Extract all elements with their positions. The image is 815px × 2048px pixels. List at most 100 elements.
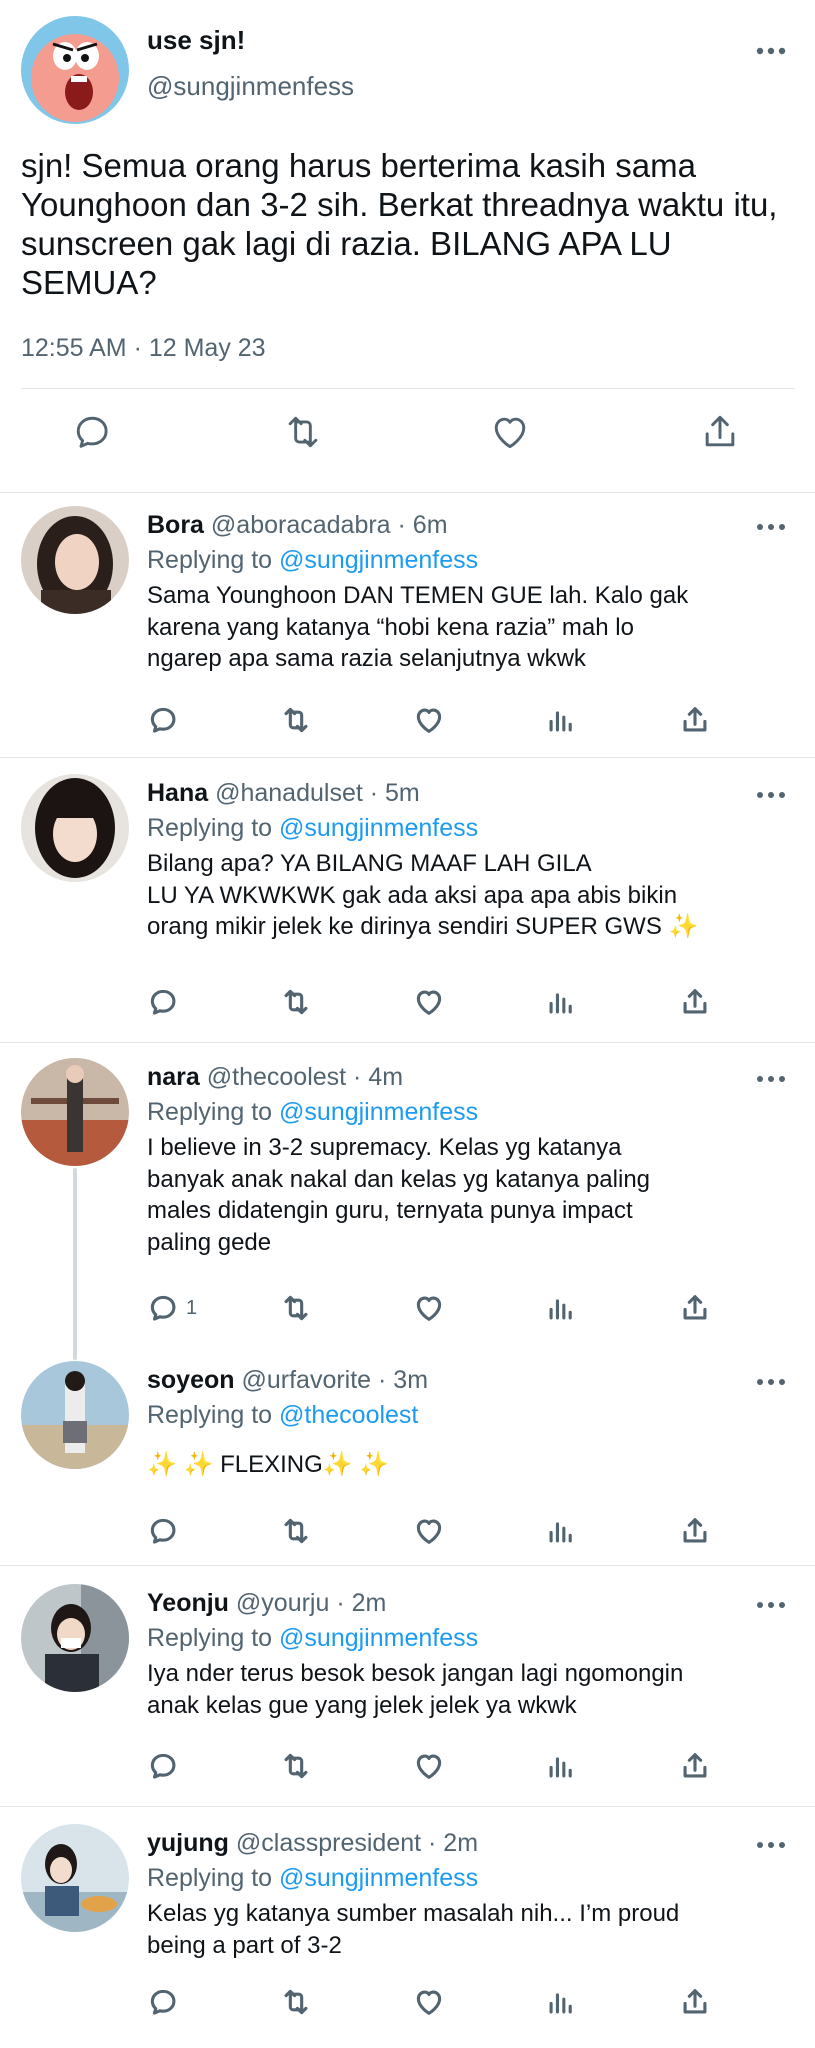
retweet-icon[interactable] [278,1984,314,2020]
reply-actions [140,1984,740,2024]
more-options-icon[interactable] [756,522,786,532]
reply-actions [140,1513,740,1553]
reply-actions [140,1748,740,1788]
replying-label: Replying to [147,814,273,842]
sparkle-emoji: ✨ ✨ [147,1451,214,1478]
author-handle[interactable]: @sungjinmenfess [147,70,354,102]
author-name[interactable]: nara [147,1063,200,1091]
reply-tweet[interactable]: nara @thecoolest · 4m Replying to @sungj… [0,1046,815,1342]
reply-text: Iya nder terus besok besok jangan lagi n… [147,1660,684,1719]
analytics-icon[interactable] [544,984,578,1020]
tweet-timestamp[interactable]: 12:55 AM · 12 May 23 [21,332,266,364]
share-icon[interactable] [698,410,748,460]
replying-to-link[interactable]: @sungjinmenfess [279,546,478,574]
replying-to-link[interactable]: @sungjinmenfess [279,814,478,842]
retweet-icon[interactable] [278,1290,314,1326]
analytics-icon[interactable] [544,702,578,738]
avatar[interactable] [21,1584,129,1692]
divider [0,492,815,493]
avatar[interactable] [21,774,129,882]
author-name[interactable]: yujung [147,1829,229,1857]
retweet-icon[interactable] [278,1513,314,1549]
author-handle-time[interactable]: @hanadulset · 5m [215,779,420,807]
reply-tweet[interactable]: yujung @classpresident · 2m Replying to … [0,1812,815,2048]
share-icon[interactable] [678,702,712,738]
retweet-icon[interactable] [280,410,330,460]
like-icon[interactable] [412,1984,446,2020]
retweet-icon[interactable] [278,702,314,738]
author-name[interactable]: Yeonju [147,1589,229,1617]
analytics-icon[interactable] [544,1290,578,1326]
more-options-icon[interactable] [756,46,786,56]
reply-icon[interactable] [146,702,180,738]
reply-tweet[interactable]: soyeon @urfavorite · 3m Replying to @the… [0,1349,815,1563]
author-name[interactable]: Bora [147,511,204,539]
replying-label: Replying to [147,546,273,574]
reply-icon[interactable] [146,1984,180,2020]
reply-text: ✨ ✨ FLEXING✨ ✨ [147,1449,787,1481]
like-icon[interactable] [412,1513,446,1549]
reply-text: Kelas yg katanya sumber masalah nih... I… [147,1900,680,1959]
reply-text: Sama Younghoon DAN TEMEN GUE lah. Kalo g… [147,582,689,672]
replying-label: Replying to [147,1864,273,1892]
author-handle-time[interactable]: @urfavorite · 3m [241,1366,428,1394]
author-handle-time[interactable]: @thecoolest · 4m [207,1063,403,1091]
avatar[interactable] [21,506,129,614]
divider [0,1806,815,1807]
author-handle-time[interactable]: @classpresident · 2m [236,1829,478,1857]
avatar[interactable] [21,1058,129,1166]
reply-icon[interactable] [146,1513,180,1549]
more-options-icon[interactable] [756,1840,786,1850]
retweet-icon[interactable] [278,1748,314,1784]
replying-to-link[interactable]: @sungjinmenfess [279,1098,478,1126]
reply-actions: 1 [140,1290,740,1330]
reply-tweet[interactable]: Hana @hanadulset · 5m Replying to @sungj… [0,762,815,1042]
like-icon[interactable] [412,984,446,1020]
reply-icon[interactable] [146,1748,180,1784]
reply-icon[interactable] [70,410,120,460]
reply-tweet[interactable]: Yeonju @yourju · 2m Replying to @sungjin… [0,1572,815,1804]
more-options-icon[interactable] [756,790,786,800]
share-icon[interactable] [678,984,712,1020]
more-options-icon[interactable] [756,1377,786,1387]
reply-text: Bilang apa? YA BILANG MAAF LAH GILA LU Y… [147,848,787,943]
divider [21,388,795,389]
share-icon[interactable] [678,1513,712,1549]
replying-label: Replying to [147,1098,273,1126]
like-icon[interactable] [412,1748,446,1784]
reply-actions [140,702,740,742]
like-icon[interactable] [488,410,538,460]
avatar[interactable] [21,16,129,124]
author-name[interactable]: Hana [147,779,208,807]
share-icon[interactable] [678,1290,712,1326]
avatar[interactable] [21,1824,129,1932]
author-handle-time[interactable]: @aboracadabra · 6m [211,511,448,539]
author-name[interactable]: soyeon [147,1366,235,1394]
sparkle-emoji: ✨ ✨ [322,1451,390,1478]
reply-icon[interactable]: 1 [146,1290,197,1326]
tweet-actions [0,410,815,470]
more-options-icon[interactable] [756,1074,786,1084]
like-icon[interactable] [412,702,446,738]
author-name[interactable]: use sjn! [147,24,245,56]
more-options-icon[interactable] [756,1600,786,1610]
divider [0,757,815,758]
replying-to-link[interactable]: @sungjinmenfess [279,1624,478,1652]
reply-icon[interactable] [146,984,180,1020]
analytics-icon[interactable] [544,1984,578,2020]
analytics-icon[interactable] [544,1513,578,1549]
replying-to-link[interactable]: @sungjinmenfess [279,1864,478,1892]
replying-label: Replying to [147,1624,273,1652]
replying-label: Replying to [147,1401,273,1429]
replying-to-link[interactable]: @thecoolest [279,1401,418,1429]
avatar[interactable] [21,1361,129,1469]
author-handle-time[interactable]: @yourju · 2m [236,1589,386,1617]
share-icon[interactable] [678,1748,712,1784]
share-icon[interactable] [678,1984,712,2020]
reply-actions [140,984,740,1024]
retweet-icon[interactable] [278,984,314,1020]
reply-tweet[interactable]: Bora @aboracadabra · 6m Replying to @sun… [0,494,815,757]
analytics-icon[interactable] [544,1748,578,1784]
tweet-text: sjn! Semua orang harus berterima kasih s… [21,147,778,301]
like-icon[interactable] [412,1290,446,1326]
